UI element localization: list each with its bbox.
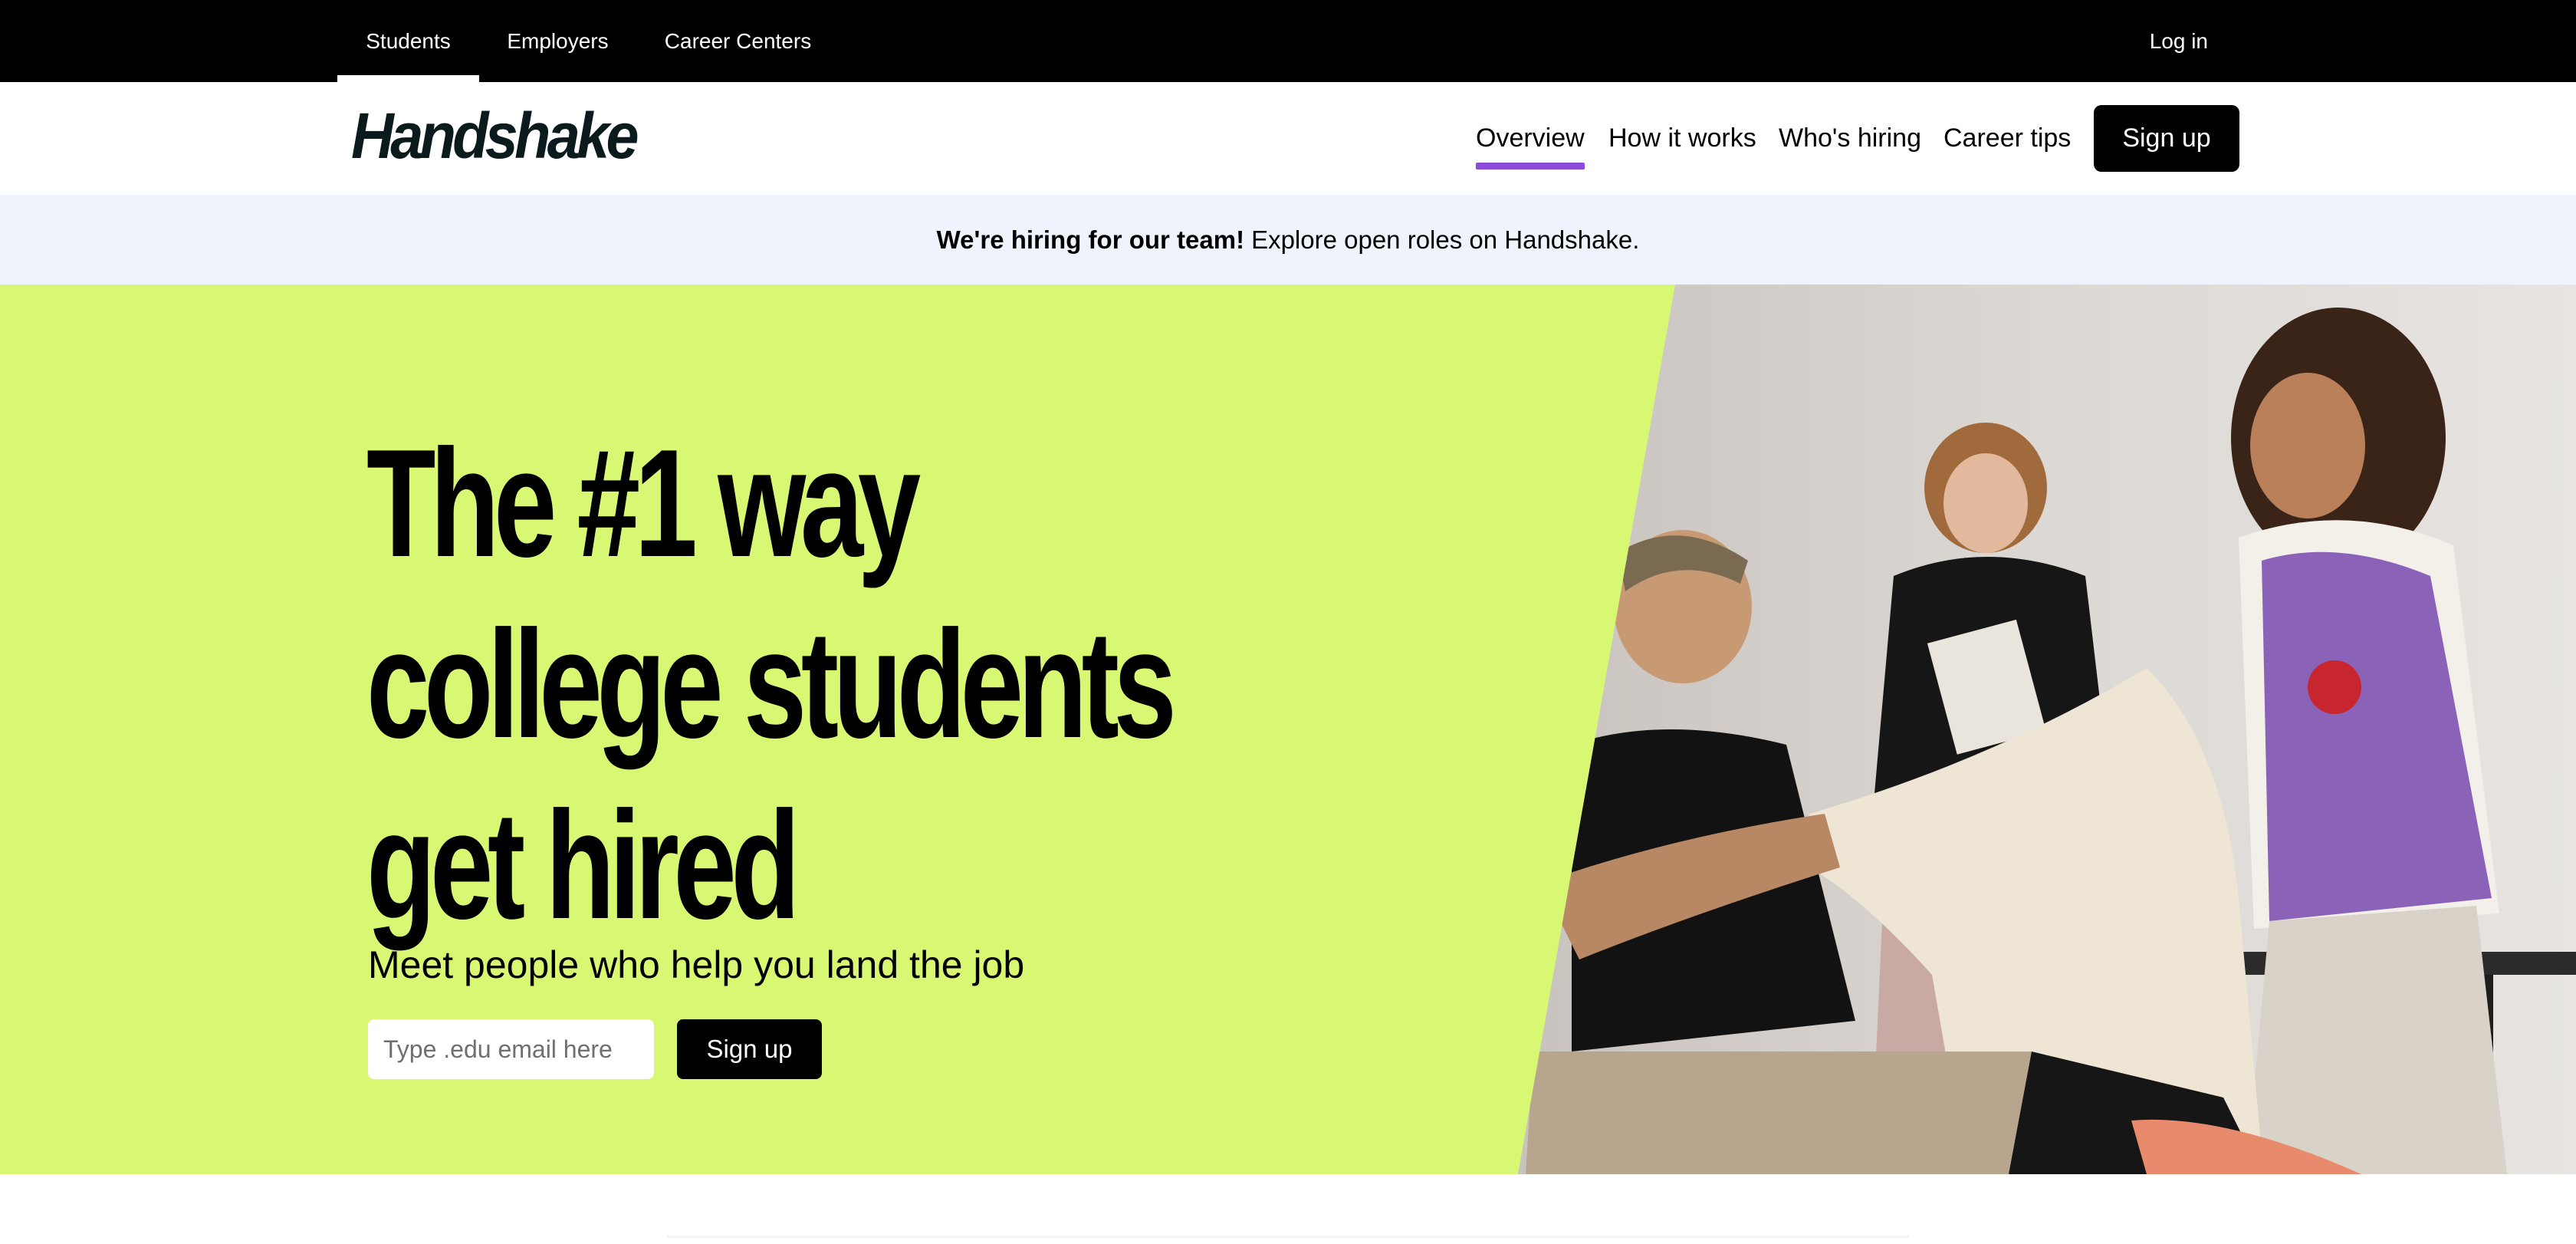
hero-subheadline: Meet people who help you land the job bbox=[368, 943, 1025, 986]
announcement-text: Explore open roles on Handshake. bbox=[1251, 225, 1640, 254]
nav-signup-button[interactable]: Sign up bbox=[2094, 105, 2239, 172]
edu-email-input[interactable] bbox=[368, 1019, 654, 1079]
nav-whos-hiring[interactable]: Who's hiring bbox=[1779, 82, 1921, 195]
tab-career-centers[interactable]: Career Centers bbox=[636, 0, 840, 82]
headline-line-2: college students bbox=[366, 599, 1177, 770]
hero-section: The #1 way college students get hired Me… bbox=[0, 285, 2576, 1174]
hiring-announcement[interactable]: We're hiring for our team! Explore open … bbox=[0, 195, 2576, 285]
login-link[interactable]: Log in bbox=[2150, 0, 2208, 82]
headline-line-1: The #1 way bbox=[366, 418, 921, 589]
announcement-bold-text: We're hiring for our team! bbox=[936, 225, 1245, 254]
nav-career-tips[interactable]: Career tips bbox=[1944, 82, 2071, 195]
hero-signup-button[interactable]: Sign up bbox=[677, 1019, 822, 1079]
tab-students[interactable]: Students bbox=[337, 0, 479, 82]
section-divider bbox=[667, 1236, 1909, 1238]
audience-bar: Students Employers Career Centers Log in bbox=[0, 0, 2576, 82]
main-navigation: Handshake Overview How it works Who's hi… bbox=[0, 82, 2576, 195]
handshake-logo[interactable]: Handshake bbox=[351, 104, 639, 168]
nav-overview[interactable]: Overview bbox=[1476, 82, 1585, 195]
headline-line-3: get hired bbox=[366, 780, 800, 951]
below-hero-section bbox=[0, 1174, 2576, 1244]
nav-how-it-works[interactable]: How it works bbox=[1608, 82, 1756, 195]
hero-headline: The #1 way college students get hired bbox=[366, 413, 1177, 956]
tab-employers[interactable]: Employers bbox=[479, 0, 636, 82]
